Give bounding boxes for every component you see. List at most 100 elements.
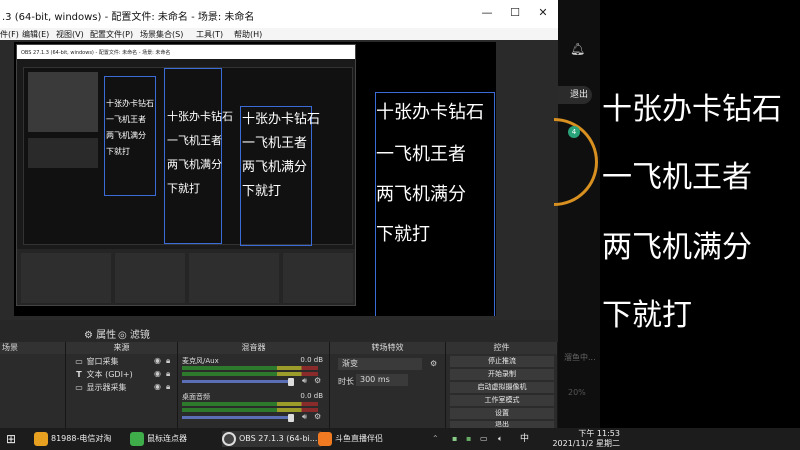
large-line-4: 下就打 (602, 298, 692, 333)
gear-icon[interactable]: ⚙ (314, 376, 321, 385)
nested-line-b1: 十张办卡钻石 (167, 110, 233, 123)
nested-docks (17, 249, 355, 305)
mixer-channel-name: 麦克风/Aux (182, 357, 219, 365)
gear-icon[interactable]: ⚙ (314, 412, 321, 421)
speaker-icon[interactable]: 🔊︎ (302, 376, 307, 386)
source-item[interactable]: ▭ 窗口采集 (74, 356, 118, 367)
volume-knob[interactable] (288, 378, 294, 386)
audio-meter (182, 372, 318, 376)
menu-scene-collection[interactable]: 场景集合(S) (140, 29, 183, 40)
lock-icon[interactable]: 🔒︎ (166, 382, 170, 392)
eye-icon[interactable]: ◉ (154, 382, 161, 391)
nested-line-1: 十张办卡钻石 (106, 99, 154, 108)
obs-icon (222, 431, 236, 446)
volume-slider[interactable] (182, 416, 288, 419)
menu-view[interactable]: 视图(V) (56, 29, 84, 40)
nested-title: OBS 27.1.3 (64-bit, windows) - 配置文件: 未命名… (17, 45, 355, 59)
large-text-panel: 十张办卡钻石 一飞机王者 两飞机满分 下就打 (600, 0, 800, 428)
nested-line-b4: 下就打 (167, 182, 200, 195)
virtual-camera-button[interactable]: 启动虚拟摄像机 (450, 382, 554, 393)
lock-icon[interactable]: 🔒︎ (166, 356, 170, 366)
menu-file[interactable]: 件(F) (0, 29, 19, 40)
source-toolbar: ⚙ 属性 ◎ 滤镜 (0, 320, 558, 342)
start-recording-button[interactable]: 开始录制 (450, 369, 554, 380)
mixer-channel-name: 桌面音频 (182, 393, 210, 401)
status-hint: 溜鱼中... (564, 353, 596, 362)
sources-dock: 来源 ▭ 窗口采集 T 文本 (GDI+) ▭ 显示器采集 ◉ 🔒︎ ◉ 🔒︎ … (66, 342, 178, 428)
stop-streaming-button[interactable]: 停止推流 (450, 356, 554, 367)
app-icon (318, 431, 332, 446)
mid-line-1: 十张办卡钻石 (242, 112, 321, 127)
menu-bar: 件(F) 编辑(E) 视图(V) 配置文件(P) 场景集合(S) 工具(T) 帮… (0, 28, 558, 40)
lock-icon[interactable]: 🔒︎ (166, 369, 170, 379)
maximize-icon[interactable]: ☐ (508, 6, 522, 20)
menu-edit[interactable]: 编辑(E) (22, 29, 49, 40)
close-icon[interactable]: ✕ (536, 6, 550, 20)
right-line-1: 十张办卡钻石 (376, 102, 484, 123)
nested-line-3: 两飞机满分 (106, 131, 146, 140)
filters-label: 滤镜 (129, 330, 150, 341)
controls-dock: 控件 停止推流 开始录制 启动虚拟摄像机 工作室模式 设置 退出 (446, 342, 558, 428)
filters-button[interactable]: ◎ 滤镜 (112, 324, 156, 343)
transition-select[interactable]: 渐变 (338, 358, 422, 370)
gear-icon[interactable]: ⚙ (430, 359, 437, 368)
source-item[interactable]: ▭ 显示器采集 (74, 382, 127, 393)
right-line-4: 下就打 (376, 224, 430, 245)
settings-button[interactable]: 设置 (450, 408, 554, 419)
menu-profile[interactable]: 配置文件(P) (90, 29, 133, 40)
mid-line-2: 一飞机王者 (242, 136, 308, 151)
monitor-icon: ▭ (75, 383, 83, 392)
large-line-2: 一飞机王者 (602, 160, 752, 195)
tray-icon[interactable]: ▪ (466, 431, 471, 447)
mid-line-4: 下就打 (242, 184, 282, 199)
duration-label: 时长 (338, 377, 354, 386)
display-icon: ▭ (75, 357, 83, 366)
dock-area: 场景 来源 ▭ 窗口采集 T 文本 (GDI+) ▭ 显示器采集 ◉ 🔒︎ ◉ … (0, 342, 558, 428)
audio-meter (182, 408, 318, 412)
minimize-icon[interactable]: — (480, 6, 494, 20)
mixer-channel-value: 0.0 dB (300, 392, 323, 400)
exit-button[interactable]: 退出 (450, 421, 554, 428)
menu-tools[interactable]: 工具(T) (196, 29, 223, 40)
taskbar-item[interactable]: OBS 27.1.3 (64-bi... (222, 431, 322, 447)
bell-icon[interactable]: 🔔︎ (570, 42, 585, 56)
ime-indicator[interactable]: 中 (520, 431, 529, 447)
audio-meter (182, 366, 318, 370)
source-item[interactable]: T 文本 (GDI+) (74, 369, 133, 380)
windows-start-icon[interactable]: ⊞ (6, 431, 16, 447)
source-label: 显示器采集 (86, 383, 127, 392)
mid-line-3: 两飞机满分 (242, 160, 308, 175)
exit-side-button[interactable]: 退出 (558, 86, 592, 104)
percent-label: 20% (568, 388, 586, 397)
right-line-2: 一飞机王者 (376, 144, 466, 165)
app-icon (130, 431, 144, 446)
preview-canvas[interactable]: OBS 27.1.3 (64-bit, windows) - 配置文件: 未命名… (14, 42, 496, 316)
eye-icon[interactable]: ◉ (154, 356, 161, 365)
studio-mode-button[interactable]: 工作室模式 (450, 395, 554, 406)
duration-input[interactable]: 300 ms (356, 374, 408, 386)
text-frame-mid (240, 106, 312, 246)
taskbar-label: 81988-电信对淘 (51, 434, 112, 443)
eye-icon[interactable]: ◉ (154, 369, 161, 378)
network-icon[interactable]: ▭ (480, 431, 488, 447)
volume-knob[interactable] (288, 414, 294, 422)
side-app-panel: 🔔︎ 退出 4 溜鱼中... 20% (554, 0, 600, 428)
taskbar-item[interactable]: 斗鱼直播伴侣 (318, 431, 383, 447)
tray-icon[interactable]: ▪ (452, 431, 457, 447)
chevron-up-icon[interactable]: ⌃ (432, 431, 439, 447)
mixer-channel-value: 0.0 dB (300, 356, 323, 364)
taskbar-item[interactable]: 81988-电信对淘 (34, 431, 111, 447)
menu-help[interactable]: 帮助(H) (234, 29, 262, 40)
mixer-dock: 混音器 麦克风/Aux 0.0 dB 🔊︎ ⚙ 桌面音频 0.0 dB 🔊︎ ⚙ (178, 342, 330, 428)
transitions-dock: 转场特效 渐变 ⚙ 时长 300 ms (330, 342, 446, 428)
taskbar-item[interactable]: 鼠标连点器 (130, 431, 187, 447)
scenes-dock: 场景 (0, 342, 66, 428)
volume-slider[interactable] (182, 380, 288, 383)
taskbar: ⊞ 81988-电信对淘 鼠标连点器 OBS 27.1.3 (64-bi... … (0, 428, 800, 450)
volume-icon[interactable]: 🔈︎ (498, 431, 503, 447)
sources-title: 来源 (66, 342, 177, 354)
speaker-icon[interactable]: 🔊︎ (302, 412, 307, 422)
clock[interactable]: 下午 11:53 2021/11/2 星期二 (536, 429, 620, 449)
nested-line-2: 一飞机王者 (106, 115, 146, 124)
app-icon (34, 431, 48, 446)
